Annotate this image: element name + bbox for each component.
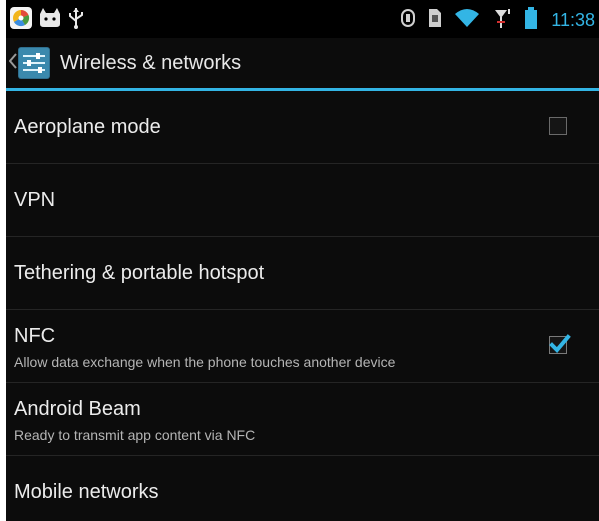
- setting-aeroplane-mode[interactable]: Aeroplane mode: [6, 91, 599, 164]
- cat-icon: [38, 8, 62, 32]
- setting-title: NFC: [14, 325, 56, 347]
- setting-title: Android Beam: [14, 398, 141, 420]
- setting-android-beam[interactable]: Android Beam Ready to transmit app conte…: [6, 383, 599, 456]
- settings-sliders-icon[interactable]: [18, 47, 50, 83]
- nfc-checkbox[interactable]: [549, 334, 571, 354]
- aeroplane-mode-checkbox[interactable]: [549, 117, 567, 135]
- setting-title: VPN: [14, 189, 56, 211]
- setting-summary: Allow data exchange when the phone touch…: [14, 354, 396, 370]
- checkmark-icon: [549, 334, 571, 353]
- page-title: Wireless & networks: [60, 52, 242, 74]
- status-bar-right: 11:38: [401, 7, 595, 33]
- chevron-left-icon[interactable]: [8, 53, 17, 73]
- settings-list: Aeroplane mode VPN Tethering & portable …: [6, 91, 599, 521]
- app-color-icon: [10, 7, 32, 33]
- usb-icon: [68, 7, 84, 33]
- setting-title: Tethering & portable hotspot: [14, 262, 265, 284]
- setting-vpn[interactable]: VPN: [6, 164, 599, 237]
- setting-summary: Ready to transmit app content via NFC: [14, 427, 256, 443]
- setting-mobile-networks[interactable]: Mobile networks: [6, 456, 599, 521]
- wifi-icon: [455, 8, 480, 32]
- sync-icon: [401, 8, 416, 32]
- sim-icon: [429, 9, 442, 31]
- setting-nfc[interactable]: NFC Allow data exchange when the phone t…: [6, 310, 599, 383]
- action-bar: Wireless & networks: [6, 38, 599, 91]
- setting-tethering[interactable]: Tethering & portable hotspot: [6, 237, 599, 310]
- status-bar: 11:38: [6, 0, 599, 38]
- setting-title: Aeroplane mode: [14, 116, 161, 138]
- status-time: 11:38: [551, 10, 595, 30]
- android-screen: 11:38 Wireless & networks Aeroplane mode…: [6, 0, 599, 521]
- setting-title: Mobile networks: [14, 481, 159, 503]
- signal-icon: [493, 8, 511, 32]
- status-bar-left: [10, 7, 84, 33]
- battery-icon: [525, 7, 538, 33]
